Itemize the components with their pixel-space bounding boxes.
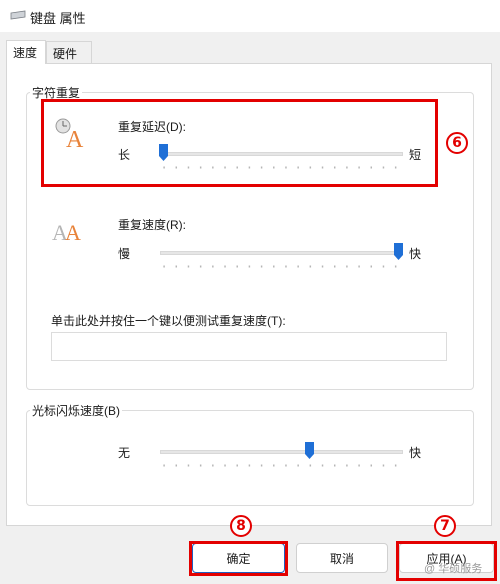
annotation-marker-8: 8 [230, 515, 252, 537]
cursor-blink-ticks [158, 464, 406, 467]
repeat-rate-right-label: 快 [409, 247, 422, 261]
cursor-blink-track[interactable] [160, 450, 403, 454]
repeat-delay-track[interactable] [160, 152, 403, 156]
repeat-rate-ticks [158, 265, 406, 268]
repeat-test-label: 单击此处并按住一个键以便测试重复速度(T): [51, 314, 286, 328]
repeat-rate-left-label: 慢 [118, 247, 131, 261]
repeat-delay-slider-thumb[interactable] [159, 144, 168, 161]
character-repeat-legend: 字符重复 [30, 84, 83, 101]
cancel-button[interactable]: 取消 [296, 543, 388, 573]
repeat-delay-right-label: 短 [409, 148, 422, 162]
keyboard-icon [10, 10, 26, 20]
cursor-blink-right-label: 快 [409, 446, 422, 460]
tab-speed[interactable]: 速度 [6, 40, 46, 64]
repeat-delay-ticks [158, 166, 406, 169]
annotation-marker-6: 6 [446, 132, 468, 154]
repeat-delay-left-label: 长 [118, 148, 131, 162]
cursor-blink-slider-thumb[interactable] [304, 442, 314, 459]
cursor-blink-group [26, 410, 474, 506]
annotation-marker-7: 7 [434, 515, 456, 537]
ok-button[interactable]: 确定 [192, 543, 285, 573]
svg-text:A: A [66, 127, 84, 150]
watermark: @ 华硕服务 [424, 563, 483, 575]
tab-hardware[interactable]: 硬件 [46, 41, 92, 63]
repeat-rate-label: 重复速度(R): [118, 218, 186, 232]
cursor-blink-legend: 光标闪烁速度(B) [30, 402, 122, 419]
repeat-rate-track[interactable] [160, 251, 403, 255]
cursor-blink-left-label: 无 [118, 446, 131, 460]
repeat-delay-label: 重复延迟(D): [118, 120, 186, 134]
repeat-rate-slider-thumb[interactable] [394, 243, 403, 260]
window-title: 键盘 属性 [30, 11, 86, 26]
svg-text:A: A [65, 220, 81, 244]
repeat-delay-icon: A [55, 118, 84, 150]
title-bar: 键盘 属性 [0, 0, 500, 32]
repeat-rate-icon: A A [52, 220, 81, 244]
repeat-test-input[interactable] [51, 332, 447, 361]
